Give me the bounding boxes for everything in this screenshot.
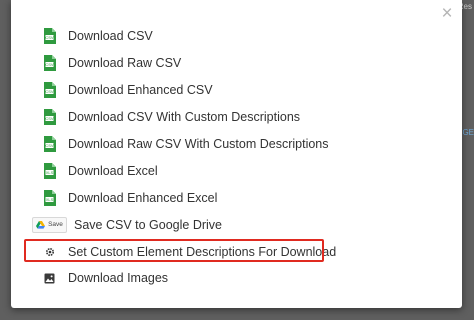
download-raw-csv-item[interactable]: CSV Download Raw CSV <box>31 50 336 77</box>
svg-text:CSV: CSV <box>45 89 54 94</box>
download-enhanced-csv-item[interactable]: CSV Download Enhanced CSV <box>31 77 336 104</box>
download-enhanced-excel-item[interactable]: XLS Download Enhanced Excel <box>31 184 336 211</box>
google-drive-save-text: Save <box>48 221 63 229</box>
google-drive-icon <box>36 220 46 229</box>
csv-file-icon: CSV <box>31 82 68 99</box>
download-enhanced-excel-label: Download Enhanced Excel <box>68 190 218 205</box>
download-excel-item[interactable]: XLS Download Excel <box>31 157 336 184</box>
save-csv-google-drive-label: Save CSV to Google Drive <box>74 217 222 232</box>
download-enhanced-csv-label: Download Enhanced CSV <box>68 83 213 98</box>
download-options-modal: × CSV Download CSV CSV Download Raw CSV … <box>11 0 462 308</box>
download-csv-custom-descriptions-label: Download CSV With Custom Descriptions <box>68 110 301 125</box>
download-csv-item[interactable]: CSV Download CSV <box>31 23 336 50</box>
csv-file-icon: CSV <box>31 136 68 152</box>
download-menu: CSV Download CSV CSV Download Raw CSV CS… <box>24 23 336 292</box>
download-raw-csv-label: Download Raw CSV <box>68 56 182 71</box>
save-csv-google-drive-item[interactable]: Save Save CSV to Google Drive <box>31 211 336 238</box>
csv-file-icon: CSV <box>31 28 68 45</box>
close-icon[interactable]: × <box>440 4 454 23</box>
download-images-label: Download Images <box>68 271 169 286</box>
download-raw-csv-custom-descriptions-item[interactable]: CSV Download Raw CSV With Custom Descrip… <box>31 131 336 158</box>
image-icon <box>31 273 68 284</box>
svg-text:CSV: CSV <box>45 116 54 121</box>
download-images-item[interactable]: Download Images <box>31 265 336 292</box>
download-excel-label: Download Excel <box>68 163 158 178</box>
xls-file-icon: XLS <box>31 162 68 179</box>
xls-file-icon: XLS <box>31 189 68 206</box>
set-custom-element-descriptions-item[interactable]: Set Custom Element Descriptions For Down… <box>24 238 336 265</box>
svg-text:CSV: CSV <box>45 35 54 40</box>
backdrop-right-text: GE <box>462 128 474 137</box>
download-raw-csv-custom-descriptions-label: Download Raw CSV With Custom Description… <box>68 137 329 151</box>
csv-file-icon: CSV <box>31 55 68 72</box>
google-drive-save-badge[interactable]: Save <box>32 216 67 233</box>
svg-text:CSV: CSV <box>45 62 54 67</box>
svg-text:XLS: XLS <box>46 197 54 202</box>
csv-file-icon: CSV <box>31 109 68 126</box>
download-csv-custom-descriptions-item[interactable]: CSV Download CSV With Custom Description… <box>31 104 336 131</box>
svg-text:XLS: XLS <box>46 170 54 175</box>
download-csv-label: Download CSV <box>68 29 153 44</box>
highlight-box <box>24 239 324 263</box>
svg-text:CSV: CSV <box>45 143 54 148</box>
